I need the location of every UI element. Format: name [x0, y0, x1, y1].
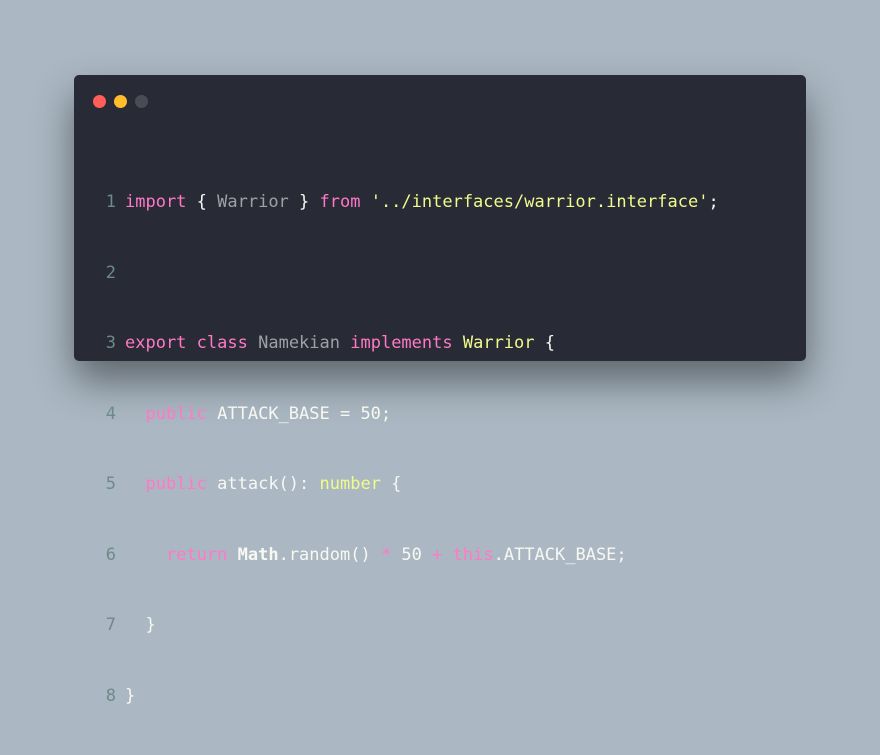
keyword-return: return — [165, 544, 228, 565]
keyword-public: public — [145, 474, 207, 494]
string-literal: '../interfaces/warrior.interface' — [360, 192, 709, 212]
code-text: ATTACK_BASE = — [206, 403, 361, 424]
code-line: 7 } — [74, 614, 719, 638]
line-number: 3 — [105, 333, 116, 353]
operator: + — [432, 544, 443, 565]
line-number: 5 — [105, 474, 116, 494]
line-number: 4 — [105, 403, 116, 424]
maximize-dot-icon[interactable] — [135, 95, 148, 108]
code-line: 2 — [74, 262, 719, 286]
line-number: 2 — [105, 262, 116, 283]
code-text: } — [288, 192, 320, 212]
line-number: 8 — [105, 685, 116, 706]
code-text: { — [380, 474, 402, 494]
code-line: 4 public ATTACK_BASE = 50; — [74, 403, 719, 427]
code-text: { — [534, 333, 555, 353]
interface-name: Warrior — [462, 333, 535, 353]
keyword-import: import — [125, 192, 187, 212]
keyword-export: export — [125, 333, 187, 353]
type-name: number — [319, 474, 381, 494]
keyword-from: from — [319, 192, 361, 212]
line-number: 7 — [105, 615, 116, 635]
code-block: 1 import { Warrior } from '../interfaces/… — [74, 144, 719, 755]
builtin-math: Math — [237, 544, 279, 565]
keyword-class: class — [196, 333, 248, 353]
code-text: ; — [708, 192, 719, 212]
code-line: 8} — [74, 685, 719, 709]
code-line: 5 public attack(): number { — [74, 473, 719, 497]
code-text: ; — [380, 403, 392, 424]
code-text: { — [186, 192, 218, 212]
line-number: 6 — [105, 544, 116, 565]
keyword-public: public — [145, 403, 207, 424]
code-text: attack(): — [206, 474, 320, 494]
code-line: 3 export class Namekian implements Warrio… — [74, 332, 719, 356]
close-dot-icon[interactable] — [93, 95, 106, 108]
code-window: 1 import { Warrior } from '../interfaces/… — [74, 75, 806, 706]
window-controls — [93, 95, 148, 108]
code-text: .random() — [278, 544, 381, 565]
code-line: 6 return Math .random() * 50 + this .ATTAC… — [74, 544, 719, 568]
code-text: .ATTACK_BASE; — [493, 544, 627, 565]
imported-name: Warrior — [217, 192, 289, 212]
class-name: Namekian — [258, 333, 340, 353]
code-text: } — [145, 615, 156, 635]
line-number: 1 — [105, 192, 116, 212]
keyword-implements: implements — [350, 333, 453, 353]
operator: * — [380, 544, 392, 565]
keyword-this: this — [452, 544, 494, 565]
number-literal: 50 — [360, 403, 381, 424]
code-text: } — [125, 685, 136, 706]
code-line: 1 import { Warrior } from '../interfaces/… — [74, 191, 719, 215]
number-literal: 50 — [391, 544, 433, 565]
minimize-dot-icon[interactable] — [114, 95, 127, 108]
